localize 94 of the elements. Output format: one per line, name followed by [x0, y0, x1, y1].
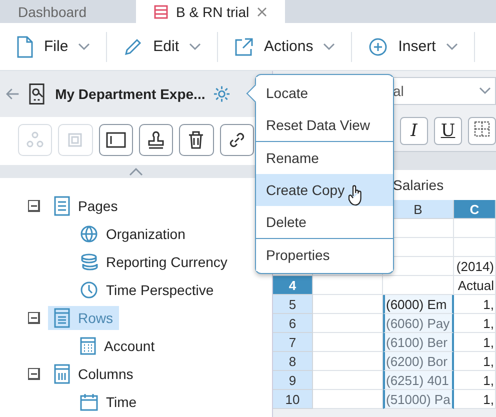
columns-icon — [54, 364, 70, 384]
row-header[interactable]: 10 — [273, 390, 313, 409]
minus-icon — [30, 202, 36, 208]
menu-item[interactable]: Create Copy — [256, 174, 393, 206]
collapse-toggle[interactable] — [28, 368, 40, 380]
menu-item[interactable]: Rename — [256, 142, 393, 174]
table-cell — [313, 352, 383, 371]
tree-item[interactable]: Organization — [74, 222, 192, 246]
pencil-icon — [123, 36, 144, 56]
table-cell: (6200) Bor — [383, 352, 454, 371]
minus-icon — [30, 370, 36, 376]
table-cell: (6251) 401 — [383, 371, 454, 390]
toolbar-menu-button[interactable]: Edit — [107, 32, 218, 62]
settings-icon[interactable] — [213, 85, 231, 103]
toolbar-menu-button[interactable]: File — [0, 32, 108, 62]
chevron-up-icon — [129, 168, 143, 176]
table-cell — [313, 314, 383, 333]
row-header[interactable]: 8 — [273, 352, 313, 371]
table-cell — [383, 276, 454, 295]
table-cell — [313, 333, 383, 352]
clock-icon — [80, 281, 98, 299]
hand-cursor-icon — [348, 184, 364, 206]
globe-icon — [80, 225, 98, 243]
table-cell: (6060) Pay — [383, 314, 454, 333]
row-header[interactable]: 5 — [273, 295, 313, 314]
tool-button[interactable] — [220, 124, 254, 156]
table-cell — [454, 238, 496, 257]
tool-button[interactable] — [138, 124, 174, 156]
chevron-down-icon — [78, 42, 90, 50]
table-cell — [454, 219, 496, 238]
back-arrow-icon — [6, 88, 20, 100]
tool-button[interactable] — [98, 124, 133, 156]
calculator-icon — [80, 337, 96, 355]
coins-icon — [80, 253, 98, 271]
table-cell: 1, — [454, 314, 496, 333]
document-icon — [54, 196, 70, 216]
nodes-icon — [26, 131, 44, 149]
close-icon[interactable] — [257, 6, 268, 16]
minus-icon — [30, 314, 36, 320]
chevron-down-icon — [323, 42, 336, 50]
menu-item[interactable]: Delete — [256, 206, 393, 238]
table-cell: (6000) Em — [383, 295, 454, 314]
calendar-icon — [80, 393, 98, 411]
chevron-down-icon — [189, 42, 202, 50]
toolbar-menu-button[interactable]: Insert — [352, 32, 475, 62]
borders-button[interactable] — [468, 117, 496, 145]
report-icon — [28, 83, 48, 105]
document-icon — [16, 36, 34, 58]
tab[interactable]: B & RN trial — [136, 0, 286, 23]
stamp-icon — [147, 131, 166, 149]
table-cell — [313, 276, 383, 295]
menu-item[interactable]: Locate — [256, 77, 393, 109]
panel-icon — [106, 132, 126, 148]
toolbar-menu-button[interactable]: Actions — [218, 32, 352, 62]
tree-item[interactable]: Time Perspective — [74, 278, 220, 302]
table-cell: 1, — [454, 390, 496, 409]
table-cell: (51000) Pa — [383, 390, 454, 409]
table-cell: 1, — [454, 352, 496, 371]
menu-item[interactable]: Properties — [256, 239, 393, 271]
table-cell: 1, — [454, 333, 496, 352]
tree-item[interactable]: Time — [74, 390, 143, 414]
chevron-down-icon — [446, 42, 458, 50]
tree-item[interactable]: Pages — [48, 194, 124, 218]
table-cell — [313, 390, 383, 409]
external-link-icon — [234, 36, 254, 56]
row-header[interactable]: 7 — [273, 333, 313, 352]
tree-item[interactable]: Columns — [48, 362, 140, 386]
table-cell: 1, — [454, 371, 496, 390]
table-cell — [313, 295, 383, 314]
table-cell: Actual — [454, 276, 496, 295]
link-icon — [228, 131, 246, 149]
trash-icon — [188, 131, 204, 149]
table-cell: (6100) Ber — [383, 333, 454, 352]
list-icon — [54, 308, 70, 328]
table-cell: (2014) — [454, 257, 496, 276]
row-header[interactable]: 9 — [273, 371, 313, 390]
borders-icon — [474, 120, 490, 136]
format-button[interactable]: I — [400, 117, 428, 145]
spreadsheet-icon — [154, 4, 168, 18]
tree-item[interactable]: Reporting Currency — [74, 250, 234, 274]
tool-button[interactable] — [179, 124, 214, 156]
menu-item[interactable]: Reset Data View — [256, 109, 393, 141]
collapse-toggle[interactable] — [28, 312, 40, 324]
row-header[interactable]: 4 — [273, 276, 313, 295]
table-cell: 1, — [454, 295, 496, 314]
plus-circle-icon — [368, 36, 388, 56]
column-header[interactable]: C — [454, 200, 496, 219]
format-button[interactable]: U — [434, 117, 462, 145]
panel-title: My Department Expe... — [55, 86, 206, 102]
table-cell — [313, 371, 383, 390]
tree-item[interactable]: Account — [74, 334, 161, 358]
chevron-down-icon — [479, 87, 491, 95]
collapse-toggle[interactable] — [28, 200, 40, 212]
row-header[interactable]: 6 — [273, 314, 313, 333]
